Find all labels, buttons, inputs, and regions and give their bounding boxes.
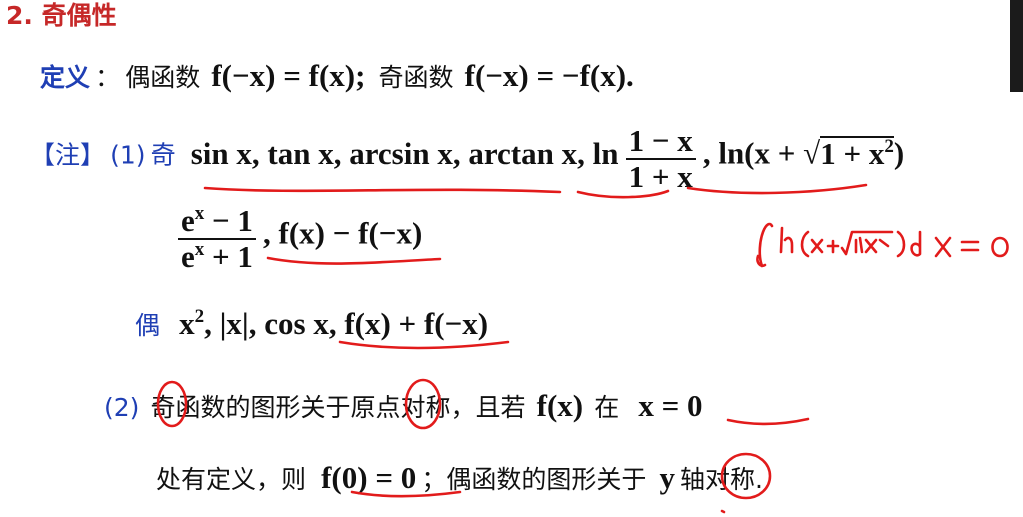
note-label: 【注】: [30, 140, 106, 170]
definition-colon: ：: [95, 63, 121, 92]
note-line-1: 【注】 (1) 奇 sin x, tan x, arcsin x, arctan…: [30, 124, 904, 194]
item-2-fx: f(x): [536, 388, 584, 423]
note-item-1-number: (1): [110, 140, 146, 170]
sqrt-exponent: 2: [884, 135, 894, 157]
underline-f-even: [338, 340, 510, 350]
item-2-y: y: [659, 460, 675, 495]
fraction-exp-numerator: ex − 1: [178, 204, 256, 240]
even-function-list: , |x|, cos x, f(x) + f(−x): [204, 306, 489, 341]
item-2-text-a: 奇函数的图形关于原点对称，且若: [150, 393, 526, 422]
note-item-2-number: (2): [104, 393, 140, 422]
item-2-line2-a: 处有定义，则: [156, 465, 307, 494]
odd-function-list: sin x, tan x, arcsin x, arctan x, ln: [190, 135, 619, 171]
item-2-line-1: (2) 奇函数的图形关于原点对称，且若 f(x) 在 x = 0: [104, 388, 702, 424]
handwritten-ln: [779, 226, 794, 254]
fraction-exp-denominator: ex + 1: [181, 239, 253, 274]
even-word: 偶: [135, 311, 161, 340]
fraction-ln-numerator: 1 − x: [625, 124, 696, 160]
fraction-exp: ex − 1 ex + 1: [178, 204, 256, 274]
handwritten-dx: [910, 230, 952, 258]
item-2-line2-b: ；偶函数的图形关于: [421, 465, 647, 494]
handwritten-expression: [800, 230, 906, 258]
section-heading: 2. 奇偶性: [6, 1, 117, 30]
even-x-squared: x2: [179, 306, 205, 341]
sqrt-radicand: 1 + x2: [820, 135, 894, 171]
fraction-ln: 1 − x 1 + x: [625, 124, 696, 194]
item-2-f0-equals-0: f(0) = 0: [321, 460, 417, 495]
even-line: 偶 x2, |x|, cos x, f(x) + f(−x): [135, 306, 488, 342]
even-function-label: 偶函数: [125, 63, 201, 92]
even-function-formula: f(−x) = f(x);: [211, 58, 366, 93]
item-2-x-equals-0: x = 0: [638, 388, 703, 423]
handwritten-dot: [720, 509, 726, 514]
definition-label: 定义: [40, 63, 91, 92]
odd-word: 奇: [150, 140, 176, 170]
odd-function-label: 奇函数: [378, 63, 454, 92]
sqrt-inner: 1 + x: [820, 135, 885, 171]
window-edge: [1010, 0, 1023, 92]
item-2-line-2: 处有定义，则 f(0) = 0 ；偶函数的图形关于 y 轴对称.: [156, 460, 763, 496]
definition-line: 定义 ： 偶函数 f(−x) = f(x); 奇函数 f(−x) = −f(x)…: [40, 58, 634, 94]
odd-extra-formula: , f(x) − f(−x): [263, 215, 423, 251]
ln-sqrt-end: ): [893, 135, 905, 171]
handwritten-integral-sign: [756, 222, 774, 268]
fraction-ln-denominator: 1 + x: [628, 159, 693, 194]
note-line-2: ex − 1 ex + 1 , f(x) − f(−x): [176, 204, 422, 274]
item-2-line2-c: 轴对称.: [680, 465, 763, 494]
ln-sqrt-start: , ln(x + √: [702, 135, 821, 171]
handwritten-equals-zero: [960, 236, 1009, 258]
item-2-text-b: 在: [594, 393, 620, 422]
odd-function-formula: f(−x) = −f(x).: [464, 58, 634, 93]
underline-x-equals-0: [726, 417, 810, 426]
